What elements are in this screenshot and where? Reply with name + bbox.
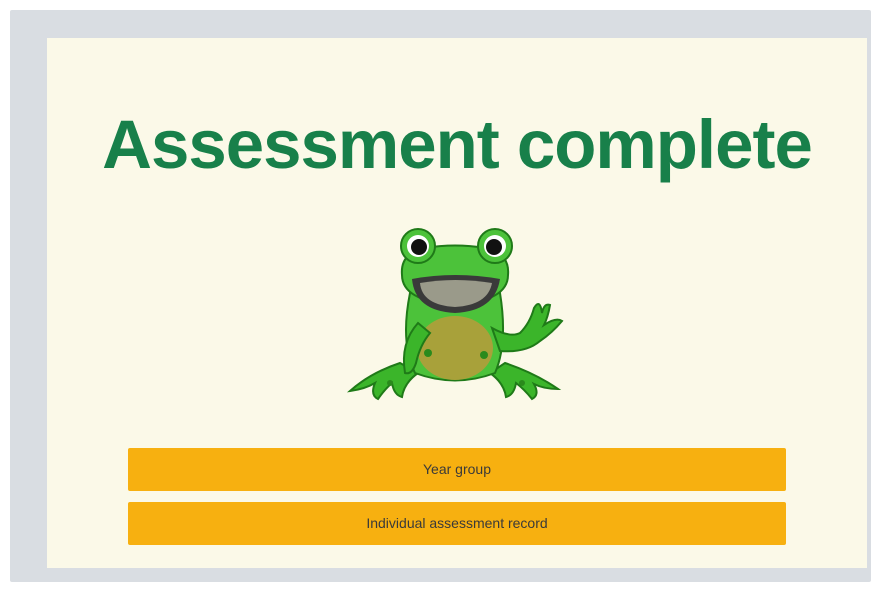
year-group-button[interactable]: Year group: [128, 448, 786, 491]
completion-card: Assessment complete Year group Individua…: [47, 38, 867, 568]
frog-mascot-icon: [346, 228, 564, 401]
page-title: Assessment complete: [102, 106, 813, 183]
individual-assessment-record-button[interactable]: Individual assessment record: [128, 502, 786, 545]
